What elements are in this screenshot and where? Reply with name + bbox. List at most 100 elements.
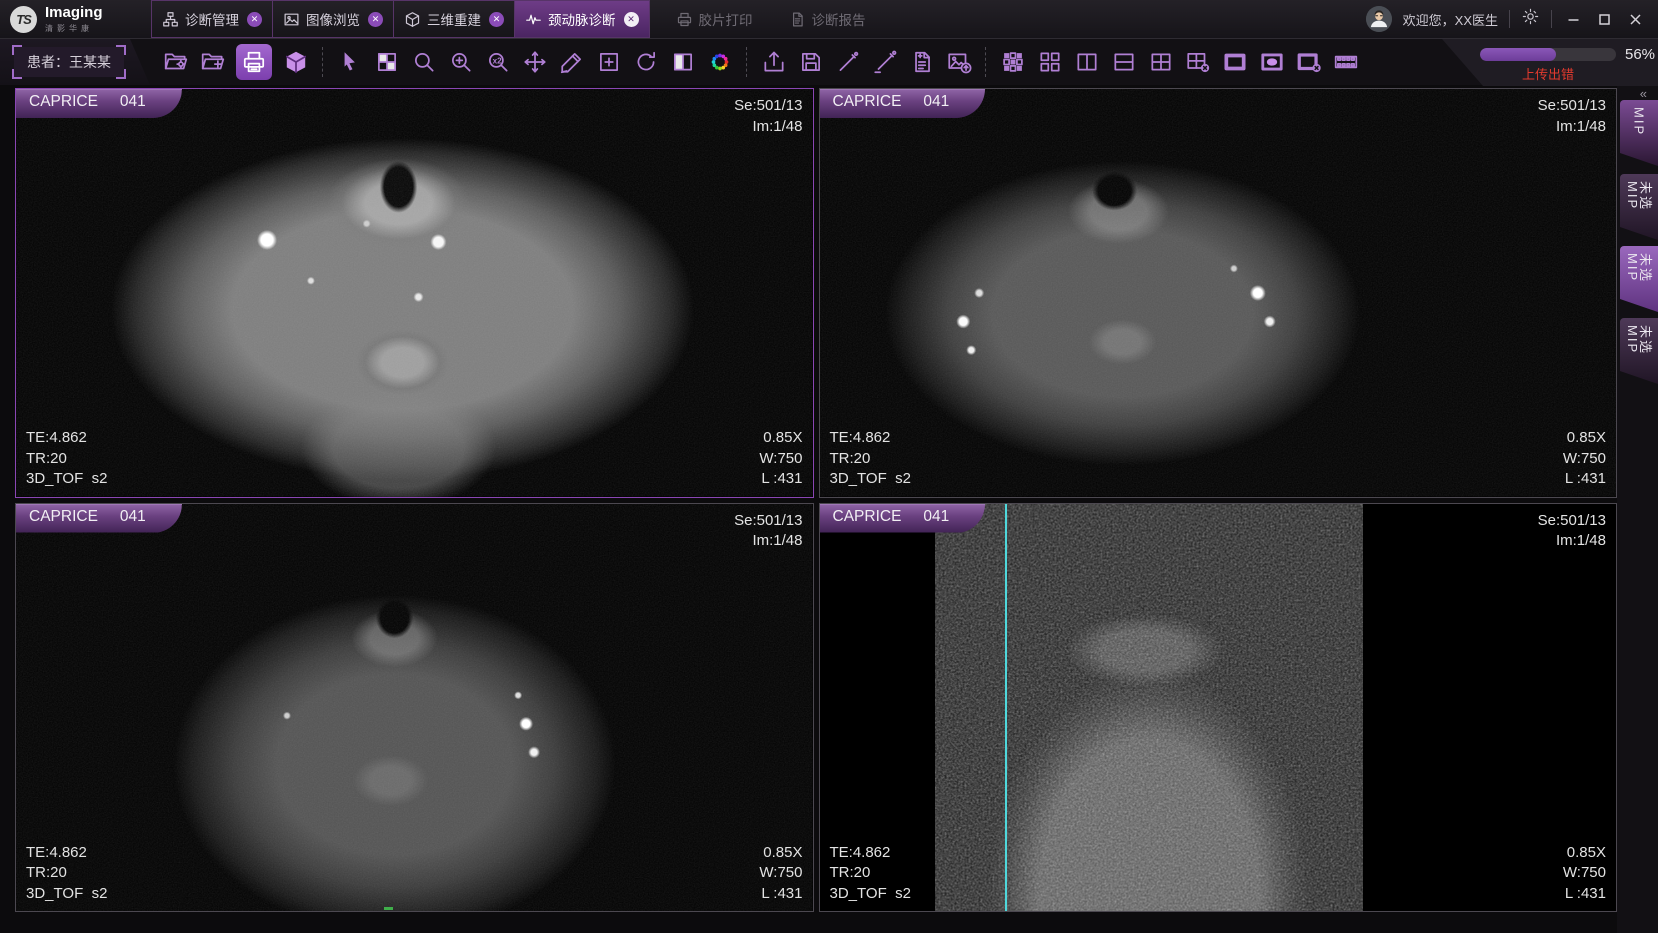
tab-carotid-diagnosis[interactable]: 颈动脉诊断 ✕ (514, 0, 650, 38)
close-tab-icon[interactable]: ✕ (368, 12, 383, 27)
upload-progress-fill (1480, 48, 1556, 61)
layout-split-horizontal-icon[interactable] (1110, 49, 1137, 76)
tab-film-print[interactable]: 胶片打印 (666, 0, 763, 38)
acquisition-info: TE:4.862TR:203D_TOF s2 (830, 428, 911, 490)
viewport-grid: CAPRICE041 Se:501/13Im:1/48 TE:4.862TR:2… (15, 88, 1617, 912)
series-badge: CAPRICE041 (820, 504, 986, 533)
measure-icon[interactable] (558, 49, 585, 76)
viewport-bottom-right[interactable]: CAPRICE041 Se:501/13Im:1/48 TE:4.862TR:2… (819, 503, 1618, 913)
series-badge: CAPRICE041 (16, 89, 182, 118)
settings-gear-icon[interactable] (1521, 7, 1540, 31)
layout-grid-close-icon[interactable] (1184, 49, 1211, 76)
tab-diagnosis-report[interactable]: 诊断报告 (779, 0, 876, 38)
display-info: 0.85XW:750L :431 (1563, 843, 1606, 905)
patient-label: 患者：王某某 (14, 47, 124, 77)
layout-rect-close-icon[interactable] (1295, 49, 1322, 76)
layout-ellipse-filled-icon[interactable] (1258, 49, 1285, 76)
mri-axial-image (820, 89, 1617, 497)
sidebar-tab-unselected-mip-3[interactable]: 未选MIP (1620, 318, 1658, 384)
select-region-icon[interactable] (595, 49, 622, 76)
upload-icon[interactable] (760, 49, 787, 76)
main-area: CAPRICE041 Se:501/13Im:1/48 TE:4.862TR:2… (0, 85, 1658, 933)
cursor-icon[interactable] (336, 49, 363, 76)
mip-sidebar: « MIP 未选MIP 未选MIP 未选MIP (1617, 85, 1658, 933)
viewport-top-left[interactable]: CAPRICE041 Se:501/13Im:1/48 TE:4.862TR:2… (15, 88, 814, 498)
app-window: TS Imaging 清影华康 诊断管理 ✕ 图像浏览 ✕ 三维重建 ✕ (0, 0, 1658, 933)
probe-icon[interactable] (834, 49, 861, 76)
probe-minus-icon[interactable] (871, 49, 898, 76)
app-name: Imaging (45, 5, 103, 20)
filmstrip-icon[interactable] (1332, 49, 1359, 76)
layout-grid-2x2-icon[interactable] (1147, 49, 1174, 76)
collapse-sidebar-icon[interactable]: « (1640, 86, 1645, 101)
series-info: Se:501/13Im:1/48 (1538, 96, 1606, 137)
pan-icon[interactable] (521, 49, 548, 76)
display-info: 0.85XW:750L :431 (759, 843, 802, 905)
tab-diagnosis-management[interactable]: 诊断管理 ✕ (151, 0, 273, 38)
logo-icon: TS (10, 6, 37, 33)
viewport-top-right[interactable]: CAPRICE041 Se:501/13Im:1/48 TE:4.862TR:2… (819, 88, 1618, 498)
minimize-button[interactable] (1563, 9, 1583, 29)
zoom-icon[interactable] (410, 49, 437, 76)
color-wheel-icon[interactable] (706, 49, 733, 76)
tool-strip: x2 (150, 44, 1359, 80)
acquisition-info: TE:4.862TR:203D_TOF s2 (26, 428, 107, 490)
tab-image-browse[interactable]: 图像浏览 ✕ (272, 0, 394, 38)
layout-single-filled-icon[interactable] (1221, 49, 1248, 76)
report-add-icon[interactable] (908, 49, 935, 76)
cube-3d-icon[interactable] (282, 49, 309, 76)
toolbar-separator (985, 47, 986, 77)
open-folder-add-icon[interactable] (199, 49, 226, 76)
upload-percent: 56% (1625, 46, 1655, 63)
close-tab-icon[interactable]: ✕ (247, 12, 262, 27)
sidebar-tab-unselected-mip-2[interactable]: 未选MIP (1620, 246, 1658, 312)
waveform-icon (525, 11, 542, 28)
viewport-bottom-left[interactable]: CAPRICE041 Se:501/13Im:1/48 TE:4.862TR:2… (15, 503, 814, 913)
open-folder-settings-icon[interactable] (162, 49, 189, 76)
series-info: Se:501/13Im:1/48 (734, 511, 802, 552)
svg-text:x2: x2 (492, 56, 502, 65)
rotate-icon[interactable] (632, 49, 659, 76)
divider (1509, 10, 1510, 28)
mri-axial-image (16, 504, 813, 912)
series-info: Se:501/13Im:1/48 (734, 96, 802, 137)
zoom-in-icon[interactable] (447, 49, 474, 76)
mri-mip-image (935, 504, 1363, 912)
layout-grid-9-icon[interactable] (999, 49, 1026, 76)
green-marker (384, 907, 393, 910)
upload-progress-bar (1480, 48, 1616, 61)
layout-split-vertical-icon[interactable] (1073, 49, 1100, 76)
save-icon[interactable] (797, 49, 824, 76)
user-avatar[interactable] (1366, 6, 1392, 32)
upload-status-panel: 56% 上传出错 (1442, 39, 1658, 86)
app-logo: TS Imaging 清影华康 (0, 0, 152, 38)
divider (1551, 10, 1552, 28)
close-tab-icon[interactable]: ✕ (489, 12, 504, 27)
zoom-2x-icon[interactable]: x2 (484, 49, 511, 76)
close-tab-icon[interactable]: ✕ (624, 12, 639, 27)
printer-icon (676, 11, 693, 28)
display-info: 0.85XW:750L :431 (759, 428, 802, 490)
noise-texture (935, 504, 1363, 912)
module-tabs: 诊断管理 ✕ 图像浏览 ✕ 三维重建 ✕ 颈动脉诊断 ✕ 胶片打印 (152, 0, 876, 38)
sidebar-tab-mip[interactable]: MIP (1620, 100, 1658, 166)
upload-error-text: 上传出错 (1480, 64, 1616, 83)
layout-grid-4-icon[interactable] (1036, 49, 1063, 76)
titlebar: TS Imaging 清影华康 诊断管理 ✕ 图像浏览 ✕ 三维重建 ✕ (0, 0, 1658, 38)
tab-3d-reconstruction[interactable]: 三维重建 ✕ (393, 0, 515, 38)
reference-line[interactable] (1005, 504, 1007, 912)
display-info: 0.85XW:750L :431 (1563, 428, 1606, 490)
toolbar-separator (322, 47, 323, 77)
checkerboard-icon[interactable] (373, 49, 400, 76)
report-icon (789, 11, 806, 28)
toolbar-separator (746, 47, 747, 77)
workflow-icon (162, 11, 179, 28)
series-badge: CAPRICE041 (16, 504, 182, 533)
print-button[interactable] (236, 44, 272, 80)
close-window-button[interactable] (1625, 9, 1645, 29)
sidebar-tab-unselected-mip-1[interactable]: 未选MIP (1620, 174, 1658, 240)
series-badge: CAPRICE041 (820, 89, 986, 118)
contrast-icon[interactable] (669, 49, 696, 76)
image-upload-icon[interactable] (945, 49, 972, 76)
maximize-button[interactable] (1594, 9, 1614, 29)
